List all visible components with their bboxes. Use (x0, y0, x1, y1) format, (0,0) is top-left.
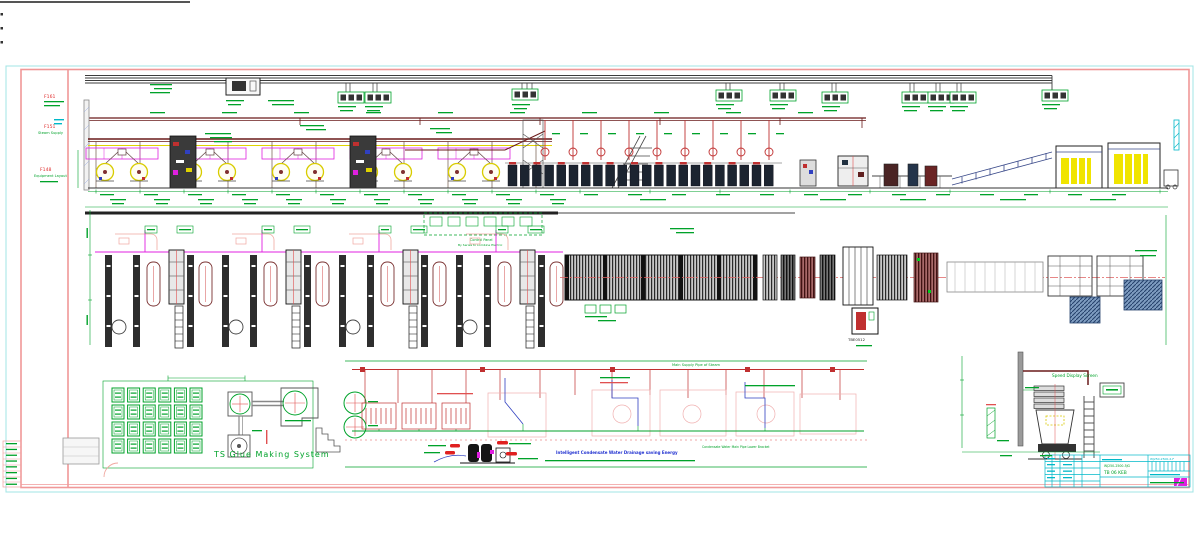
section-code-1: F161 (44, 94, 55, 100)
drainage-system-title: Intelligent Condensate Water Drainage sa… (556, 450, 678, 455)
stacker-elevation (1056, 120, 1179, 189)
plan-detail-box: TBE0512 (847, 308, 878, 342)
control-panel-cluster: Control Panel By Series to Combine Elect… (424, 213, 542, 247)
elevation-view (54, 100, 1179, 194)
section-code-2: F151 (44, 124, 55, 130)
condensate-recovery-unit (445, 441, 517, 463)
condensate-piping-diagram: Main Supply Pipe of Steam (345, 361, 867, 467)
power-busbar (85, 76, 1068, 104)
cad-drawing-canvas[interactable]: F161 F151 F148 Steam Supply Equipment La… (0, 0, 1200, 557)
glue-system-title: TS Glue Making System (213, 450, 330, 459)
plan-box-code: TBE0512 (847, 337, 866, 342)
control-panel-label: Control Panel (470, 238, 493, 242)
drawing-title: TB 06 KEB (1103, 470, 1127, 476)
double-facer-units (508, 162, 773, 186)
steam-main-label: Main Supply Pipe of Steam (672, 363, 721, 367)
section-label-steam-supply: Steam Supply (38, 131, 64, 135)
speed-screen-label: Speed Display Screen (1052, 373, 1098, 378)
drawing-number: WJ250-2500-2-F (1150, 457, 1174, 461)
drawing-model: WJ250-2500-5JG (1104, 464, 1131, 468)
plan-view: Control Panel By Series to Combine Elect… (85, 207, 1168, 348)
condensate-bracket-label: Condensate Water Main Pipe Lower Bracket (702, 445, 770, 449)
section-label-equipment-layout: Equipment Layout (34, 174, 67, 178)
single-facer-block (170, 136, 376, 188)
stacker-detail-view: Speed Display Screen (960, 352, 1124, 459)
glue-making-system: TS Glue Making System (63, 376, 366, 478)
section-code-3: F148 (40, 167, 51, 173)
section-labels: F161 F151 F148 Steam Supply Equipment La… (34, 94, 67, 178)
